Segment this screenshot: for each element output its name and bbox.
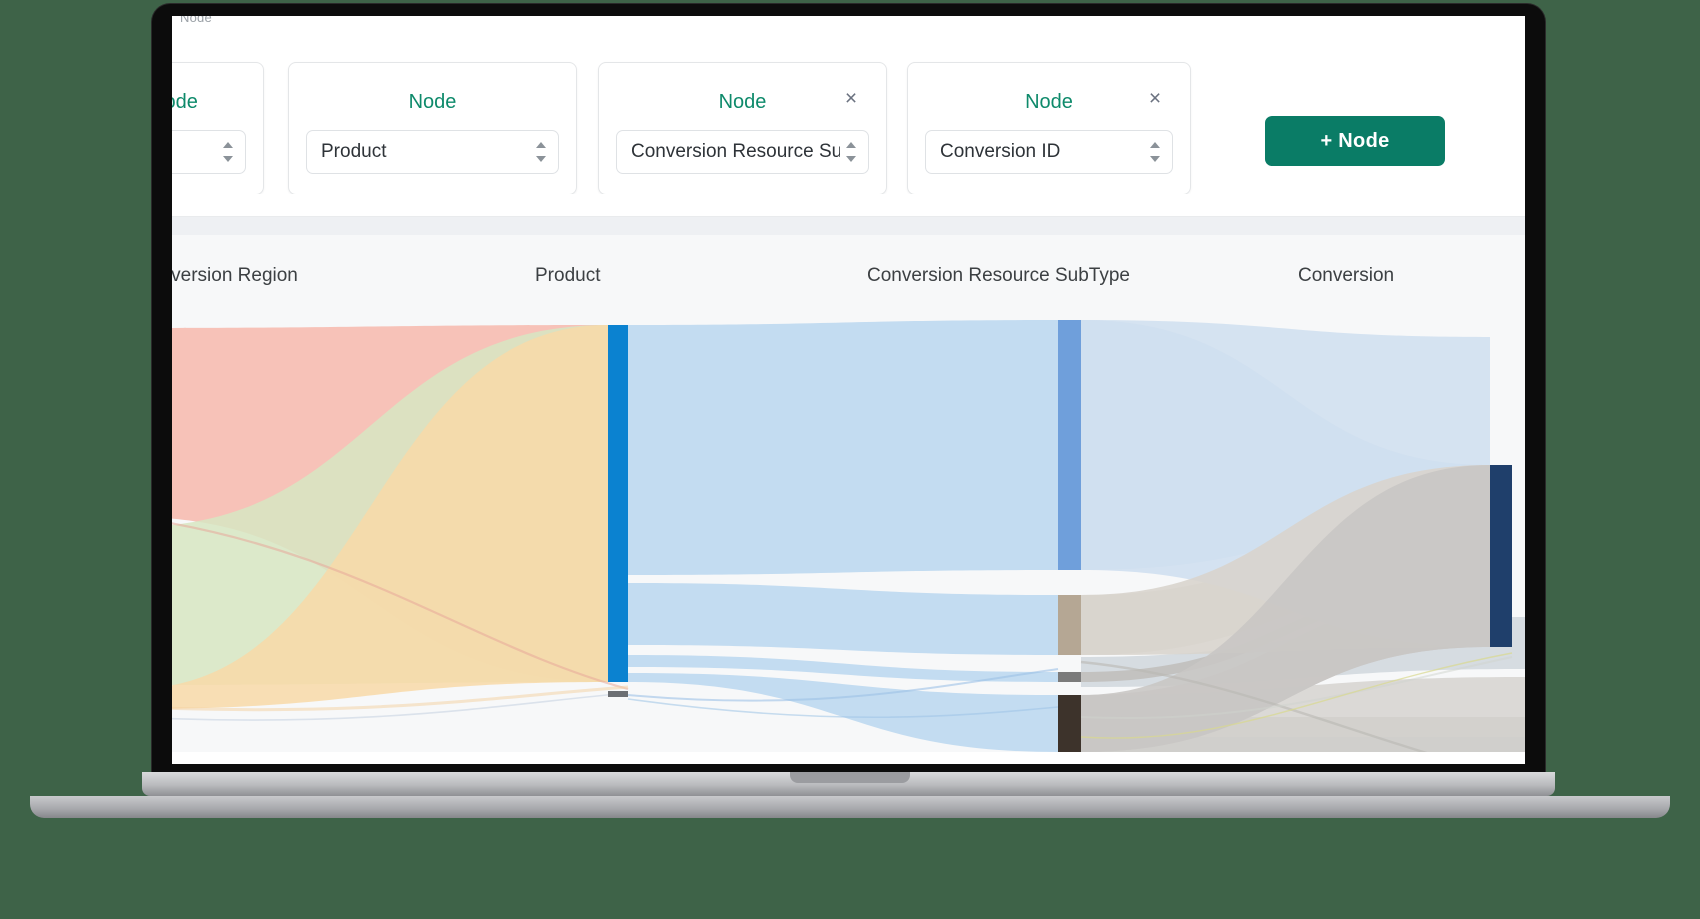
chevron-updown-icon[interactable] xyxy=(221,139,235,165)
node-card-3-select[interactable]: Conversion ID xyxy=(925,130,1173,174)
node-card-3[interactable]: Node × Conversion ID xyxy=(907,62,1191,195)
sankey-chart-panel: onversion Region Product Conversion Reso… xyxy=(172,216,1525,764)
node-card-3-value: Conversion ID xyxy=(940,141,1061,162)
sankey-node-subtype-gray[interactable] xyxy=(1058,672,1081,682)
sankey-node-subtype-brown[interactable] xyxy=(1058,695,1081,752)
close-icon[interactable]: × xyxy=(1144,88,1166,111)
node-card-1-title: Node xyxy=(408,91,457,113)
node-card-1[interactable]: Node Product xyxy=(288,62,577,195)
sankey-node-product-small[interactable] xyxy=(608,691,628,697)
chevron-updown-icon[interactable] xyxy=(1148,139,1162,165)
sankey-diagram[interactable] xyxy=(172,217,1525,764)
node-card-0[interactable]: Node xyxy=(172,62,264,195)
laptop-foot xyxy=(30,796,1670,818)
node-card-2[interactable]: Node × Conversion Resource SubT… xyxy=(598,62,887,195)
laptop-screen: Node Node Node Product xyxy=(172,16,1525,764)
close-icon[interactable]: × xyxy=(840,88,862,111)
clipped-top-label: Node xyxy=(180,16,212,25)
sankey-node-convid-navy[interactable] xyxy=(1490,465,1512,647)
node-strip-scrollbar-track[interactable] xyxy=(172,194,1525,390)
chevron-updown-icon[interactable] xyxy=(844,139,858,165)
chevron-updown-icon[interactable] xyxy=(534,139,548,165)
sankey-node-product-main[interactable] xyxy=(608,325,628,682)
add-node-button[interactable]: + Node xyxy=(1265,116,1445,166)
node-card-0-title: Node xyxy=(172,91,198,113)
laptop-mockup: Node Node Node Product xyxy=(0,0,1700,919)
node-card-2-value: Conversion Resource SubT… xyxy=(631,141,840,162)
laptop-notch xyxy=(790,772,910,783)
node-card-1-select[interactable]: Product xyxy=(306,130,559,174)
page-scrollbar-track[interactable] xyxy=(172,752,1525,764)
sankey-link[interactable] xyxy=(628,583,1058,655)
node-controls-bar: Node Node Product Node × xyxy=(172,32,1525,198)
sankey-node-subtype-blue[interactable] xyxy=(1058,320,1081,570)
sankey-link-group xyxy=(172,320,1525,764)
node-card-1-value: Product xyxy=(321,141,387,162)
sankey-node-subtype-tan[interactable] xyxy=(1058,595,1081,655)
node-card-0-select[interactable] xyxy=(172,130,246,174)
application-window: Node Node Node Product xyxy=(172,16,1525,764)
node-card-2-select[interactable]: Conversion Resource SubT… xyxy=(616,130,869,174)
sankey-link[interactable] xyxy=(628,320,1058,575)
